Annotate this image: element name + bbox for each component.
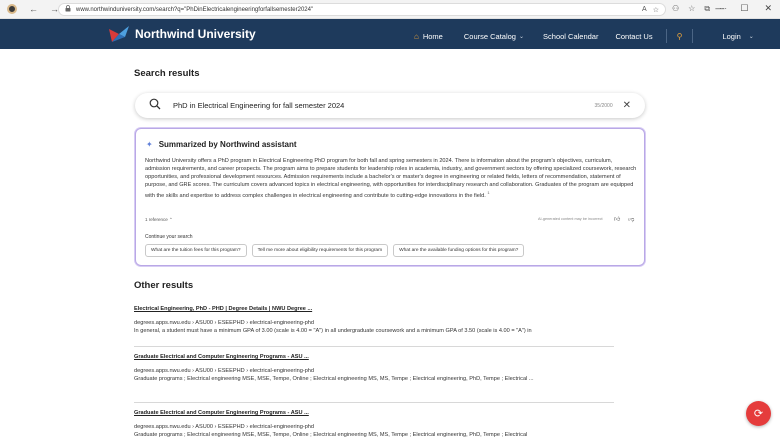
read-aloud-icon[interactable]: A bbox=[642, 6, 647, 14]
result-snippet: Graduate programs ; Electrical engineeri… bbox=[134, 432, 528, 438]
nav-course-catalog[interactable]: Course Catalog ⌄ bbox=[464, 32, 524, 41]
profile-avatar[interactable] bbox=[7, 4, 17, 14]
search-icon bbox=[149, 98, 161, 113]
other-results-heading: Other results bbox=[134, 280, 194, 291]
nav-login-label: Login bbox=[722, 31, 741, 41]
citation-marker[interactable]: 1 bbox=[487, 190, 489, 195]
nav-school-calendar[interactable]: School Calendar bbox=[543, 32, 598, 41]
chevron-down-icon: ⌄ bbox=[518, 33, 525, 40]
sparkle-icon: ✦ bbox=[146, 140, 153, 149]
search-icon[interactable]: ⚲ bbox=[677, 32, 683, 41]
chevron-down-icon: ⌄ bbox=[748, 33, 754, 40]
maximize-button[interactable]: ☐ bbox=[740, 3, 748, 14]
suggestion-chip[interactable]: What are the tuition fees for this progr… bbox=[145, 244, 247, 257]
assistant-summary-card: ✦ Summarized by Northwind assistant Nort… bbox=[135, 128, 645, 266]
site-title[interactable]: Northwind University bbox=[135, 27, 256, 41]
home-icon: ⌂ bbox=[414, 31, 419, 41]
browser-toolbar: ← → ↻ www.northwinduniversity.com/search… bbox=[0, 0, 780, 19]
character-count: 35/2000 bbox=[594, 102, 613, 109]
favorites-icon[interactable]: ☆ bbox=[688, 4, 695, 14]
result-breadcrumb: degrees.apps.nwu.edu › ASU00 › ESEEPHD ›… bbox=[134, 368, 315, 374]
collections-icon[interactable]: ⧉ bbox=[704, 4, 710, 14]
result-item: Electrical Engineering, PhD - PHD | Degr… bbox=[134, 306, 614, 334]
nav-divider bbox=[665, 29, 667, 43]
clear-search-button[interactable]: ✕ bbox=[623, 100, 631, 111]
result-divider bbox=[134, 402, 614, 403]
nav-course-catalog-label: Course Catalog bbox=[463, 31, 516, 41]
nav-divider bbox=[692, 29, 694, 43]
chat-assistant-button[interactable]: ⟳ bbox=[746, 401, 771, 426]
close-window-button[interactable]: ✕ bbox=[764, 3, 772, 14]
favorite-star-icon[interactable]: ☆ bbox=[653, 6, 659, 14]
references-toggle[interactable]: 1 reference ⌃ bbox=[145, 217, 173, 223]
result-snippet: Graduate programs ; Electrical engineeri… bbox=[134, 376, 534, 382]
extensions-icon[interactable]: ⚇ bbox=[672, 4, 679, 14]
back-icon[interactable]: ← bbox=[29, 4, 38, 14]
thumbs-down-icon[interactable]: 👎︎ bbox=[628, 215, 634, 223]
address-bar[interactable]: www.northwinduniversity.com/search?q="Ph… bbox=[58, 3, 666, 16]
lock-icon bbox=[65, 5, 71, 14]
result-breadcrumb: degrees.apps.nwu.edu › ASU00 › ESEEPHD ›… bbox=[134, 424, 315, 430]
result-item: Graduate Electrical and Computer Enginee… bbox=[134, 410, 614, 438]
result-snippet: In general, a student must have a minimu… bbox=[134, 328, 532, 334]
minimize-button[interactable]: — bbox=[715, 3, 724, 14]
university-logo[interactable] bbox=[108, 25, 130, 43]
suggestion-chips: What are the tuition fees for this progr… bbox=[145, 244, 525, 257]
thumbs-up-icon[interactable]: 👍︎ bbox=[614, 215, 620, 223]
assistant-summary-text: Northwind University offers a PhD progra… bbox=[145, 157, 637, 200]
result-title-link[interactable]: Graduate Electrical and Computer Enginee… bbox=[134, 354, 614, 360]
ai-disclaimer: AI-generated content may be incorrect bbox=[538, 217, 603, 221]
url-text: www.northwinduniversity.com/search?q="Ph… bbox=[76, 6, 314, 13]
summary-body: Northwind University offers a PhD progra… bbox=[145, 158, 637, 199]
chevron-up-icon: ⌃ bbox=[169, 217, 173, 222]
result-title-link[interactable]: Electrical Engineering, PhD - PHD | Degr… bbox=[134, 306, 614, 312]
nav-home[interactable]: ⌂ Home bbox=[414, 32, 443, 41]
references-label: 1 reference bbox=[145, 217, 168, 222]
suggestion-chip[interactable]: What are the available funding options f… bbox=[393, 244, 525, 257]
main-nav: ⌂ Home Course Catalog ⌄ School Calendar … bbox=[414, 29, 754, 43]
assistant-title: Summarized by Northwind assistant bbox=[158, 140, 297, 149]
site-header: Northwind University ⌂ Home Course Catal… bbox=[0, 19, 780, 49]
result-divider bbox=[134, 346, 614, 347]
result-item: Graduate Electrical and Computer Enginee… bbox=[134, 354, 614, 382]
search-results-heading: Search results bbox=[134, 68, 200, 79]
nav-contact-us-label: Contact Us bbox=[615, 31, 653, 41]
continue-search-label: Continue your search bbox=[145, 234, 193, 240]
result-title-link[interactable]: Graduate Electrical and Computer Enginee… bbox=[134, 410, 614, 416]
chat-refresh-icon: ⟳ bbox=[753, 408, 764, 420]
search-input[interactable]: PhD in Electrical Engineering for fall s… bbox=[173, 101, 344, 110]
nav-home-label: Home bbox=[422, 31, 443, 41]
result-breadcrumb: degrees.apps.nwu.edu › ASU00 › ESEEPHD ›… bbox=[134, 320, 315, 326]
nav-login[interactable]: Login ⌄ bbox=[722, 32, 753, 41]
search-box[interactable]: PhD in Electrical Engineering for fall s… bbox=[135, 93, 645, 118]
suggestion-chip[interactable]: Tell me more about eligibility requireme… bbox=[251, 244, 389, 257]
nav-contact-us[interactable]: Contact Us bbox=[615, 32, 652, 41]
nav-school-calendar-label: School Calendar bbox=[543, 31, 599, 41]
